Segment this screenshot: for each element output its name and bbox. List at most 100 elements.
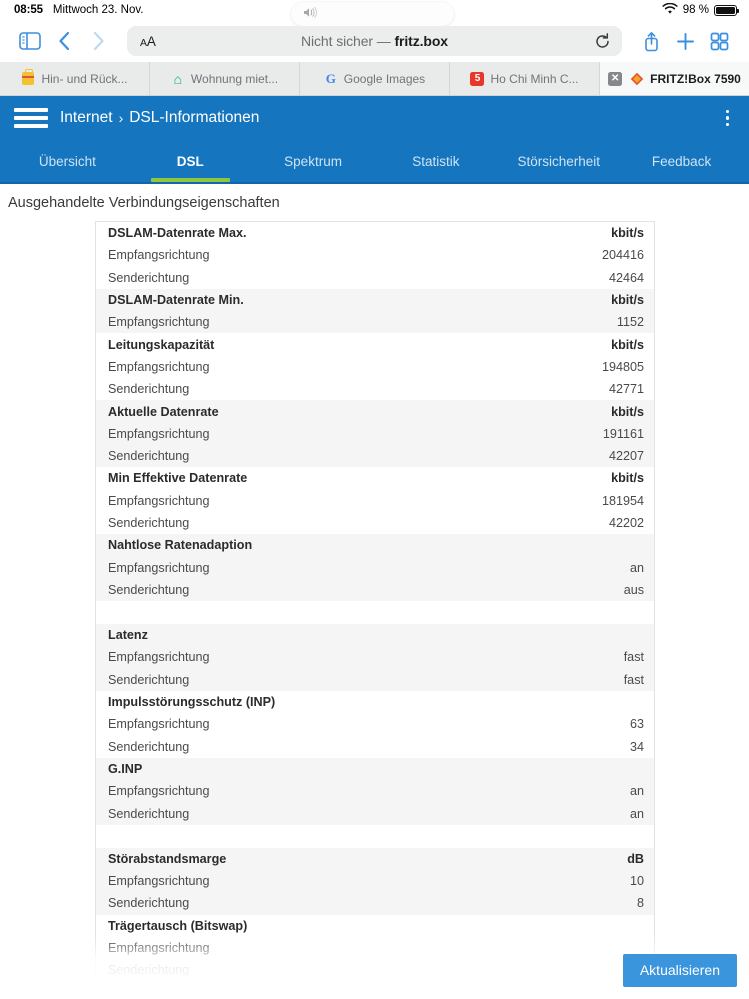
table-cell-value: 8 [636,896,644,911]
text-size-button[interactable]: AA [136,34,160,49]
table-row-spacer [96,601,654,625]
sidebar-icon[interactable] [13,26,47,56]
browser-tab-2[interactable]: G Google Images [300,62,450,95]
browser-toolbar: AA Nicht sicher — fritz.box [0,20,749,62]
table-row: Empfangsrichtung 181954 [96,489,654,512]
table-group: Latenz Empfangsrichtung fast Senderichtung f… [96,624,654,691]
table-group [96,824,654,848]
table-cell-value: 204416 [601,248,644,263]
table-row-header: Trägertausch (Bitswap) [96,914,654,937]
browser-tab-label: Ho Chi Minh C... [490,71,579,86]
tab-stoersicherheit[interactable]: Störsicherheit [497,140,620,182]
table-row: Senderichtung an [96,802,654,825]
address-bar-text: Nicht sicher — fritz.box [127,33,622,49]
table-row: Senderichtung 42771 [96,378,654,401]
house-icon: ⌂ [173,70,183,87]
table-cell-label: Empfangsrichtung [108,315,210,330]
table-group: G.INP Empfangsrichtung an Senderichtung an [96,757,654,825]
table-row-header: Nahtlose Ratenadaption [96,534,654,557]
breadcrumb: Internet › DSL-Informationen [60,109,259,127]
table-cell-value: aus [623,582,644,597]
table-cell-label: Empfangsrichtung [108,426,210,441]
table-cell-label: Aktuelle Datenrate [108,404,219,419]
breadcrumb-separator: › [118,110,124,126]
table-cell-value: 42207 [608,449,644,464]
address-bar-security-label: Nicht sicher — [301,33,395,49]
page-title: Ausgehandelte Verbindungseigenschaften [8,195,280,211]
table-row: Senderichtung 42202 [96,511,654,535]
connection-properties-table: DSLAM-Datenrate Max. kbit/s Empfangsrichtu… [95,221,655,982]
breadcrumb-current: DSL-Informationen [129,109,260,126]
table-cell-label: Empfangsrichtung [108,650,210,665]
address-bar[interactable]: AA Nicht sicher — fritz.box [127,26,622,56]
table-cell-label: Leitungskapazität [108,337,215,352]
table-row: Empfangsrichtung an [96,780,654,803]
tab-grid-icon[interactable] [702,26,736,56]
more-options-icon[interactable] [720,106,736,131]
browser-tab-1[interactable]: ⌂ Wohnung miet... [150,62,300,95]
table-row: Empfangsrichtung 191161 [96,422,654,445]
table-cell-label: Senderichtung [108,896,190,911]
table-row-header: DSLAM-Datenrate Min. kbit/s [96,288,654,312]
table-cell-value: 63 [629,717,644,732]
refresh-button[interactable]: Aktualisieren [622,954,737,987]
reload-icon[interactable] [591,30,613,52]
table-cell-label: Nahtlose Ratenadaption [108,538,253,553]
table-row: Empfangsrichtung an [96,556,654,579]
table-row-header: Aktuelle Datenrate kbit/s [96,400,654,423]
chevron-right-icon[interactable] [81,26,115,56]
table-row: Senderichtung aus [96,578,654,602]
browser-tab-0[interactable]: Hin- und Rück... [0,62,150,95]
table-cell-label: Empfangsrichtung [108,560,210,575]
hamburger-menu-icon[interactable] [14,108,48,128]
tab-feedback[interactable]: Feedback [620,140,743,182]
close-icon[interactable]: ✕ [608,71,623,86]
table-cell-label: Empfangsrichtung [108,941,210,956]
table-row-header: Impulsstörungsschutz (INP) [96,690,654,714]
table-row-header: Leitungskapazität kbit/s [96,333,654,356]
chevron-left-icon[interactable] [47,26,81,56]
ios-status-bar: 08:55 Mittwoch 23. Nov. 98 % [0,0,749,26]
table-cell-value: 194805 [601,359,644,374]
plus-icon[interactable] [668,26,702,56]
share-icon[interactable] [634,26,668,56]
google-icon: G [325,71,336,86]
table-group: DSLAM-Datenrate Max. kbit/s Empfangsrichtu… [96,222,654,289]
table-cell-value: an [629,784,644,799]
browser-tab-label: FRITZ!Box 7590 [650,71,741,86]
table-cell-value: an [629,806,644,821]
table-row-header: Störabstandsmarge dB [96,847,654,871]
tab-statistik[interactable]: Statistik [374,140,497,182]
table-cell-label: G.INP [108,761,143,776]
table-cell-label: Latenz [108,628,148,643]
tab-dsl[interactable]: DSL [129,140,252,182]
table-cell-value: 42202 [608,516,644,530]
red-app-icon: 5 [470,71,485,86]
table-group: Leitungskapazität kbit/s Empfangsrichtung 1… [96,333,654,401]
table-row: Senderichtung 34 [96,735,654,758]
status-bar-date: Mittwoch 23. Nov. [52,4,144,16]
table-cell-value: kbit/s [611,337,644,352]
table-group: Störabstandsmarge dB Empfangsrichtung 10 Sen… [96,847,654,915]
browser-tab-4[interactable]: ✕ FRITZ!Box 7590 [600,62,749,95]
table-cell-label: Senderichtung [108,449,190,464]
breadcrumb-root[interactable]: Internet [60,109,113,127]
table-row-header: Min Effektive Datenrate kbit/s [96,467,654,490]
table-cell-value: 34 [629,739,644,754]
table-cell-label: DSLAM-Datenrate Min. [108,293,244,308]
status-bar-right: 98 % [662,2,739,18]
table-row: Senderichtung fast [96,668,654,691]
table-group: Impulsstörungsschutz (INP) Empfangsrichtu… [96,690,654,758]
table-cell-value: 1152 [616,315,644,330]
table-cell-value: fast [623,650,644,665]
table-cell-label: Empfangsrichtung [108,874,210,889]
tab-uebersicht[interactable]: Übersicht [6,140,129,182]
tab-spektrum[interactable]: Spektrum [252,140,375,182]
table-cell-value: kbit/s [611,404,644,419]
table-row: Empfangsrichtung fast [96,646,654,669]
table-cell-label: Trägertausch (Bitswap) [108,918,248,933]
table-row: Senderichtung 42207 [96,444,654,468]
table-group: DSLAM-Datenrate Min. kbit/s Empfangsrichtu… [96,288,654,334]
browser-tab-3[interactable]: 5 Ho Chi Minh C... [450,62,600,95]
table-row: Senderichtung 42464 [96,266,654,289]
